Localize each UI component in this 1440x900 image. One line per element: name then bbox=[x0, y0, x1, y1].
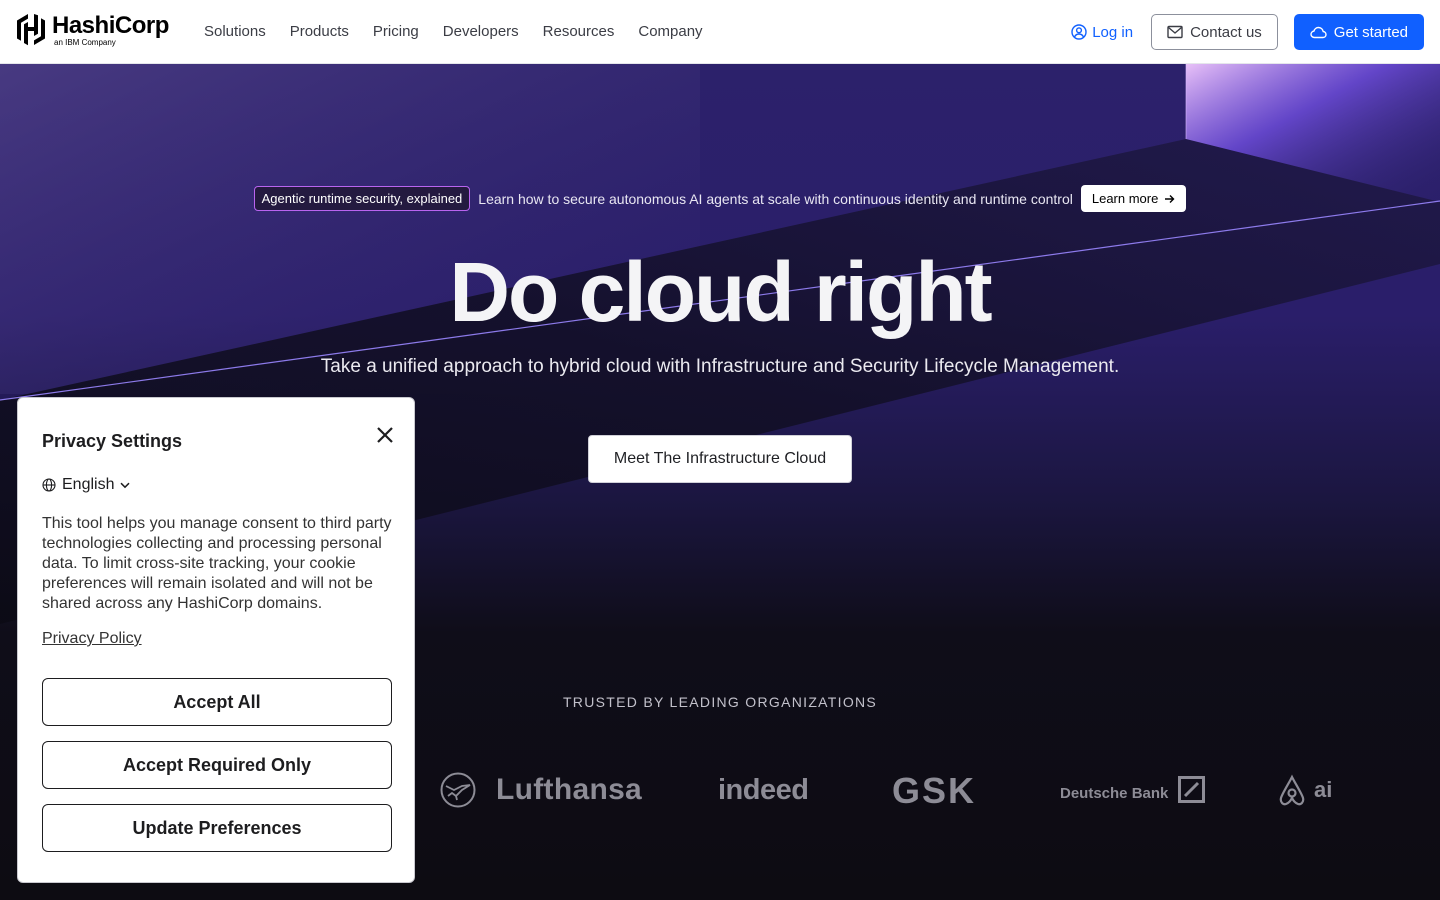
hero-subtitle: Take a unified approach to hybrid cloud … bbox=[320, 356, 1120, 377]
hero-title: Do cloud right bbox=[449, 245, 992, 339]
close-icon[interactable] bbox=[374, 424, 396, 446]
meet-infrastructure-cloud-button[interactable]: Meet The Infrastructure Cloud bbox=[588, 435, 852, 483]
contact-us-button[interactable]: Contact us bbox=[1151, 14, 1278, 50]
nav-resources[interactable]: Resources bbox=[531, 0, 627, 64]
airbnb-logo: ai bbox=[1276, 774, 1332, 806]
hashicorp-logo-icon bbox=[17, 14, 45, 46]
get-started-label: Get started bbox=[1333, 23, 1408, 41]
indeed-logo: indeed bbox=[718, 774, 809, 806]
deutsche-bank-slash-icon bbox=[1178, 776, 1206, 803]
privacy-settings-dialog: Privacy Settings English This tool helps… bbox=[17, 397, 415, 883]
chevron-down-icon bbox=[120, 482, 131, 488]
user-circle-icon bbox=[1071, 24, 1087, 40]
site-header: HashiCorp an IBM Company Solutions Produ… bbox=[0, 0, 1440, 64]
login-link[interactable]: Log in bbox=[1071, 24, 1133, 41]
nav-pricing[interactable]: Pricing bbox=[361, 0, 431, 64]
announcement-bar: Agentic runtime security, explained Lear… bbox=[0, 185, 1440, 212]
get-started-button[interactable]: Get started bbox=[1293, 14, 1424, 50]
mail-icon bbox=[1167, 25, 1183, 39]
airbnb-wordmark: ai bbox=[1314, 777, 1333, 802]
privacy-dialog-title: Privacy Settings bbox=[42, 431, 183, 451]
crane-icon bbox=[440, 772, 476, 808]
deutsche-bank-logo: Deutsche Bank bbox=[1060, 776, 1206, 803]
learn-more-label: Learn more bbox=[1091, 191, 1159, 206]
hashicorp-logo[interactable]: HashiCorp an IBM Company bbox=[16, 13, 169, 47]
privacy-policy-link[interactable]: Privacy Policy bbox=[42, 630, 142, 648]
nav-solutions[interactable]: Solutions bbox=[192, 0, 278, 64]
announcement-tag[interactable]: Agentic runtime security, explained bbox=[253, 186, 471, 211]
nav-company[interactable]: Company bbox=[626, 0, 714, 64]
logo-name: HashiCorp bbox=[52, 12, 169, 39]
lufthansa-logo: Lufthansa bbox=[440, 772, 642, 808]
arrow-right-icon bbox=[1165, 194, 1175, 203]
nav-products[interactable]: Products bbox=[278, 0, 361, 64]
announcement-text: Learn how to secure autonomous AI agents… bbox=[478, 190, 1073, 207]
login-label: Log in bbox=[1092, 23, 1134, 41]
globe-icon bbox=[42, 478, 56, 492]
deutsche-bank-wordmark: Deutsche Bank bbox=[1060, 785, 1169, 802]
learn-more-button[interactable]: Learn more bbox=[1080, 185, 1187, 212]
language-label: English bbox=[62, 476, 115, 493]
lufthansa-wordmark: Lufthansa bbox=[496, 773, 643, 806]
nav-developers[interactable]: Developers bbox=[431, 0, 531, 64]
language-selector[interactable]: English bbox=[42, 476, 131, 494]
accept-all-button[interactable]: Accept All bbox=[42, 678, 392, 726]
main-nav: Solutions Products Pricing Developers Re… bbox=[192, 0, 715, 64]
logo-subtitle: an IBM Company bbox=[54, 38, 116, 47]
cloud-icon bbox=[1310, 26, 1327, 38]
privacy-description: This tool helps you manage consent to th… bbox=[42, 515, 392, 612]
header-actions: Log in Contact us Get started bbox=[1071, 14, 1424, 50]
update-preferences-button[interactable]: Update Preferences bbox=[42, 804, 392, 852]
contact-label: Contact us bbox=[1190, 23, 1262, 41]
accept-required-only-button[interactable]: Accept Required Only bbox=[42, 741, 392, 789]
gsk-logo: GSK bbox=[892, 770, 977, 811]
airbnb-belo-icon bbox=[1279, 774, 1305, 806]
